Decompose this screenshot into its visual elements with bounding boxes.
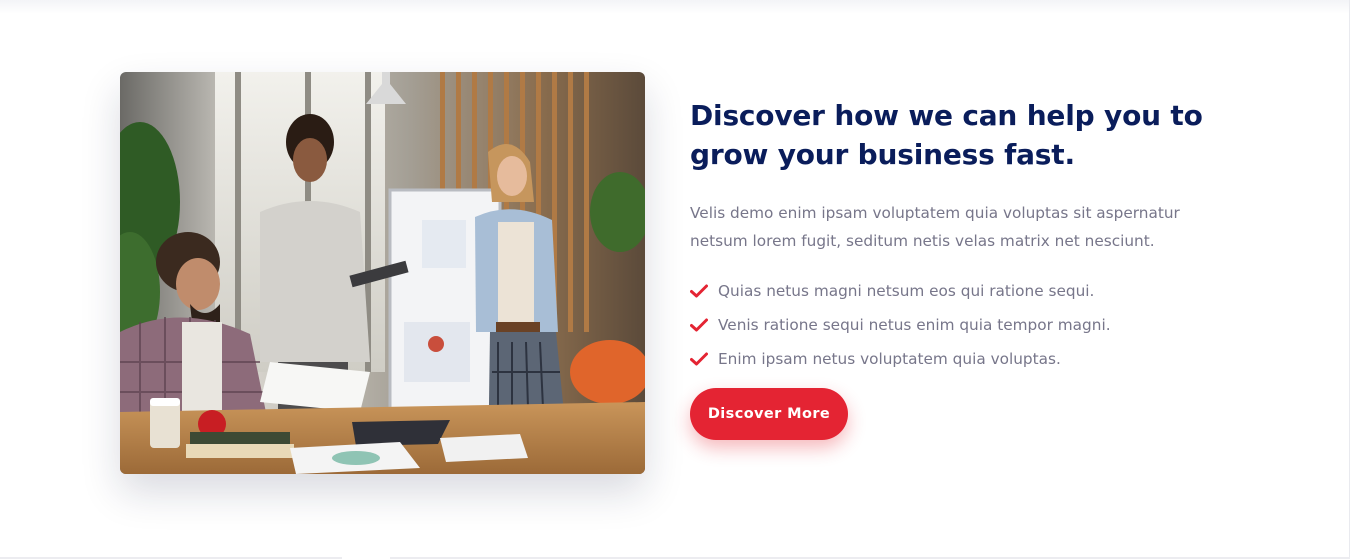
feature-content: Discover how we can help you to grow you… — [690, 96, 1230, 440]
heading-line-2: grow your business fast. — [690, 138, 1075, 171]
section-description: Velis demo enim ipsam voluptatem quia vo… — [690, 204, 1180, 250]
header-shadow — [0, 0, 1350, 14]
page: Discover how we can help you to grow you… — [0, 0, 1350, 559]
discover-more-button[interactable]: Discover More — [690, 388, 848, 440]
check-icon — [690, 284, 708, 298]
section-heading: Discover how we can help you to grow you… — [690, 96, 1230, 174]
check-icon — [690, 352, 708, 366]
check-icon — [690, 318, 708, 332]
team-meeting-photo — [120, 72, 645, 474]
feature-item-text: Quias netus magni netsum eos qui ratione… — [718, 282, 1095, 300]
feature-item-text: Enim ipsam netus voluptatem quia volupta… — [718, 350, 1061, 368]
heading-line-1: Discover how we can help you to — [690, 99, 1203, 132]
feature-item-text: Venis ratione sequi netus enim quia temp… — [718, 316, 1111, 334]
feature-list: Quias netus magni netsum eos qui ratione… — [690, 274, 1230, 376]
feature-item: Enim ipsam netus voluptatem quia volupta… — [690, 342, 1230, 376]
feature-item: Venis ratione sequi netus enim quia temp… — [690, 308, 1230, 342]
feature-item: Quias netus magni netsum eos qui ratione… — [690, 274, 1230, 308]
